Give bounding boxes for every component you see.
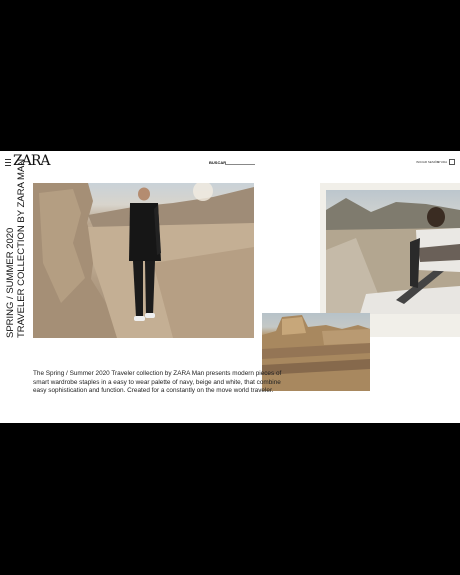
shopping-bag-icon[interactable] [449, 159, 455, 165]
image-man-with-car[interactable] [326, 190, 460, 314]
search-input-underline[interactable] [225, 164, 255, 165]
hero-image-model[interactable] [33, 183, 254, 338]
title-line-2: TRAVELER COLLECTION BY ZARA MAN [16, 158, 27, 338]
collection-title: SPRING / SUMMER 2020 TRAVELER COLLECTION… [5, 159, 27, 338]
help-link[interactable]: AYUDA [437, 160, 447, 164]
title-line-1: SPRING / SUMMER 2020 [5, 227, 16, 338]
collection-description: The Spring / Summer 2020 Traveler collec… [33, 370, 282, 394]
search-label[interactable]: BUSCAR [209, 160, 226, 165]
page: ZARA BUSCAR INICIAR SESIÓN AYUDA SPRING … [0, 151, 460, 423]
login-link[interactable]: INICIAR SESIÓN [416, 160, 439, 164]
